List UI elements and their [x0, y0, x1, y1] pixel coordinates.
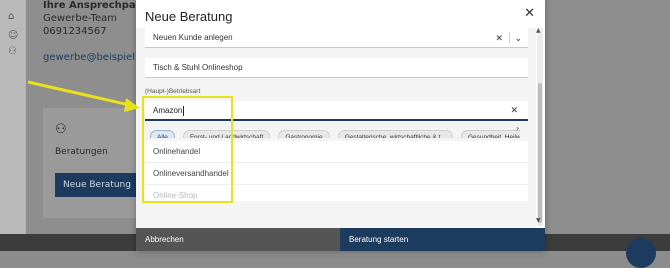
annotation-arrow-icon [27, 80, 140, 112]
